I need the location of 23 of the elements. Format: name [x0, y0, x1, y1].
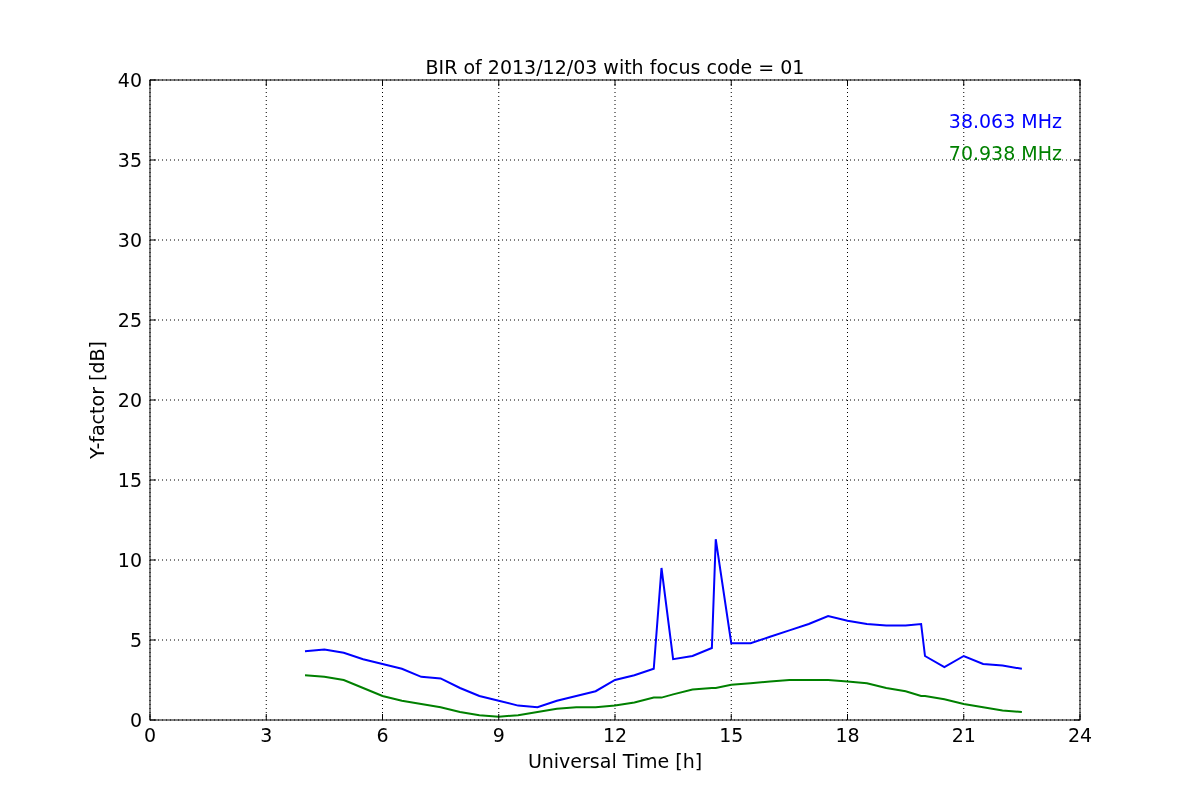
y-tick-label: 30	[117, 229, 142, 251]
x-tick-label: 24	[1067, 724, 1093, 746]
y-tick-label: 10	[117, 549, 142, 571]
y-tick-label: 35	[117, 149, 142, 171]
x-tick-label: 0	[143, 724, 157, 746]
x-axis-label: Universal Time [h]	[527, 750, 703, 772]
legend-label: 70.938 MHz	[948, 142, 1062, 164]
y-axis-label: Y-factor [dB]	[86, 341, 108, 459]
y-tick-label: 5	[129, 629, 142, 651]
x-tick-label: 15	[719, 724, 744, 746]
y-tick-label: 40	[117, 69, 142, 91]
x-tick-label: 3	[260, 724, 273, 746]
x-tick-label: 6	[376, 724, 389, 746]
x-tick-label: 12	[602, 724, 628, 746]
y-tick-label: 0	[129, 709, 142, 731]
x-tick-label: 9	[492, 724, 505, 746]
y-tick-label: 20	[117, 389, 142, 411]
x-tick-label: 18	[835, 724, 860, 746]
legend-label: 38.063 MHz	[948, 110, 1062, 132]
y-tick-label: 15	[117, 469, 142, 491]
chart-title: BIR of 2013/12/03 with focus code = 01	[425, 56, 805, 78]
x-tick-label: 21	[951, 724, 976, 746]
y-tick-label: 25	[117, 309, 142, 331]
